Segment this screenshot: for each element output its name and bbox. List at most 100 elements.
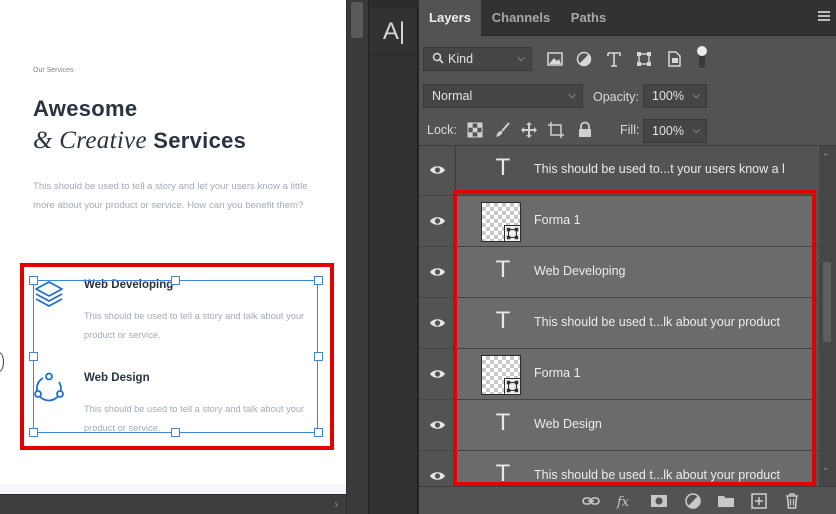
strip-separator [369, 54, 419, 55]
lock-label: Lock: [427, 123, 457, 137]
scroll-down-arrow-icon[interactable]: ⌄ [822, 462, 830, 473]
eye-icon[interactable] [429, 215, 446, 227]
document-canvas[interactable]: Our Services Awesome & Creative Services… [0, 0, 346, 514]
layer-body[interactable]: T This should be used t...lk about your … [457, 451, 813, 486]
add-mask-icon[interactable] [650, 492, 668, 510]
shape-layer-thumbnail [481, 355, 521, 395]
canvas-edge-mark [0, 352, 4, 372]
lock-artboard-icon[interactable] [547, 121, 565, 139]
filter-kind-dropdown[interactable]: Kind ⌵ [423, 47, 532, 71]
layer-name[interactable]: Forma 1 [534, 213, 581, 227]
eye-icon[interactable] [429, 470, 446, 482]
tab-paths[interactable]: Paths [561, 0, 616, 36]
scroll-right-arrow-icon[interactable]: › [334, 499, 338, 511]
layers-list[interactable]: T This should be used to...t your users … [419, 146, 836, 486]
panel-menu-icon[interactable] [818, 11, 830, 23]
layer-row[interactable]: Forma 1 [419, 349, 819, 400]
visibility-toggle[interactable] [419, 451, 456, 486]
layer-name[interactable]: Forma 1 [534, 366, 581, 380]
layer-row[interactable]: Forma 1 [419, 196, 819, 247]
layer-row[interactable]: T This should be used to...t your users … [419, 146, 819, 196]
heading-line-2: & Creative Services [33, 127, 246, 155]
layers-vertical-scrollbar[interactable]: ⌃ ⌄ [819, 146, 836, 486]
document-footer-strip [0, 484, 346, 494]
tab-layers[interactable]: Layers [419, 0, 481, 36]
layer-name[interactable]: Web Developing [534, 264, 626, 278]
panel-grip[interactable] [369, 0, 419, 8]
text-layer-icon: T [496, 258, 510, 283]
lock-fill-row: Lock: Fill: 100% ⌵ [419, 114, 836, 146]
chevron-down-icon: ⌵ [568, 90, 576, 101]
smart-object-filter-icon[interactable] [665, 50, 683, 68]
blend-opacity-row: Normal ⌵ Opacity: 100% ⌵ [419, 82, 836, 114]
character-panel-icon[interactable]: A| [373, 12, 415, 52]
layer-body[interactable]: T Web Design [457, 400, 813, 450]
eye-icon[interactable] [429, 368, 446, 380]
layer-row[interactable]: T This should be used t...lk about your … [419, 451, 819, 486]
tab-channels[interactable]: Channels [481, 0, 561, 36]
pixel-layer-filter-icon[interactable] [546, 50, 564, 68]
new-layer-icon[interactable] [750, 492, 768, 510]
panel-tab-bar: Layers Channels Paths [419, 0, 836, 36]
layers-panel: Layers Channels Paths Kind ⌵ Normal ⌵ Op… [419, 0, 836, 514]
visibility-toggle[interactable] [419, 247, 456, 298]
layer-body[interactable]: T This should be used to...t your users … [457, 146, 813, 195]
visibility-toggle[interactable] [419, 146, 456, 196]
chevron-down-icon[interactable]: ⌵ [692, 85, 700, 107]
text-layer-icon: T [496, 156, 510, 181]
lock-position-move-icon[interactable] [520, 121, 538, 139]
layers-scroll-thumb[interactable] [823, 262, 831, 342]
lock-image-pixels-brush-icon[interactable] [494, 121, 512, 139]
layer-name[interactable]: Web Design [534, 417, 602, 431]
type-layer-filter-icon[interactable] [605, 50, 623, 68]
adjustment-layer-filter-icon[interactable] [575, 50, 593, 68]
layer-body[interactable]: Forma 1 [457, 349, 813, 399]
vector-shape-badge-icon [504, 225, 521, 242]
layer-name[interactable]: This should be used t...lk about your pr… [534, 468, 780, 482]
shape-layer-filter-icon[interactable] [635, 50, 653, 68]
canvas-vertical-scroll-thumb[interactable] [351, 2, 363, 38]
text-layer-icon: T [496, 462, 510, 486]
opacity-value[interactable]: 100% [652, 89, 684, 103]
layer-body[interactable]: T Web Developing [457, 247, 813, 297]
opacity-field[interactable]: 100% ⌵ [643, 84, 707, 108]
lock-all-padlock-icon[interactable] [576, 121, 594, 139]
visibility-toggle[interactable] [419, 196, 456, 247]
document-page[interactable]: Our Services Awesome & Creative Services… [0, 0, 346, 486]
layer-row[interactable]: T This should be used t...lk about your … [419, 298, 819, 349]
fill-field[interactable]: 100% ⌵ [643, 119, 707, 143]
scroll-up-arrow-icon[interactable]: ⌃ [822, 152, 830, 163]
fill-value[interactable]: 100% [652, 124, 684, 138]
blend-mode-dropdown[interactable]: Normal ⌵ [423, 84, 583, 108]
layer-row[interactable]: T Web Design [419, 400, 819, 451]
blend-mode-value: Normal [432, 89, 473, 103]
fx-layer-style-icon[interactable]: fx [616, 492, 634, 510]
layer-body[interactable]: Forma 1 [457, 196, 813, 246]
eye-icon[interactable] [429, 419, 446, 431]
shape-layer-thumbnail [481, 202, 521, 242]
vector-shape-badge-icon [504, 378, 521, 395]
new-adjustment-layer-icon[interactable] [684, 492, 702, 510]
lock-transparent-pixels-icon[interactable] [466, 121, 484, 139]
link-layers-icon[interactable] [582, 492, 600, 510]
eye-icon[interactable] [429, 317, 446, 329]
eye-icon[interactable] [429, 164, 446, 176]
new-group-folder-icon[interactable] [717, 492, 735, 510]
delete-layer-trash-icon[interactable] [783, 492, 801, 510]
heading-italic-part: & Creative [33, 127, 147, 154]
layer-name[interactable]: This should be used to...t your users kn… [534, 162, 785, 176]
visibility-toggle[interactable] [419, 298, 456, 349]
layer-body[interactable]: T This should be used t...lk about your … [457, 298, 813, 348]
layer-filter-row: Kind ⌵ [419, 36, 836, 82]
heading-line-1: Awesome [33, 96, 138, 121]
canvas-vertical-scrollbar[interactable] [346, 0, 368, 514]
layer-name[interactable]: This should be used t...lk about your pr… [534, 315, 780, 329]
eye-icon[interactable] [429, 266, 446, 278]
chevron-down-icon[interactable]: ⌵ [692, 120, 700, 142]
filter-toggle-switch[interactable] [697, 46, 707, 72]
canvas-horizontal-scrollbar[interactable]: › [0, 494, 346, 514]
visibility-toggle[interactable] [419, 400, 456, 451]
layer-row[interactable]: T Web Developing [419, 247, 819, 298]
layers-panel-footer: fx [419, 486, 836, 514]
visibility-toggle[interactable] [419, 349, 456, 400]
